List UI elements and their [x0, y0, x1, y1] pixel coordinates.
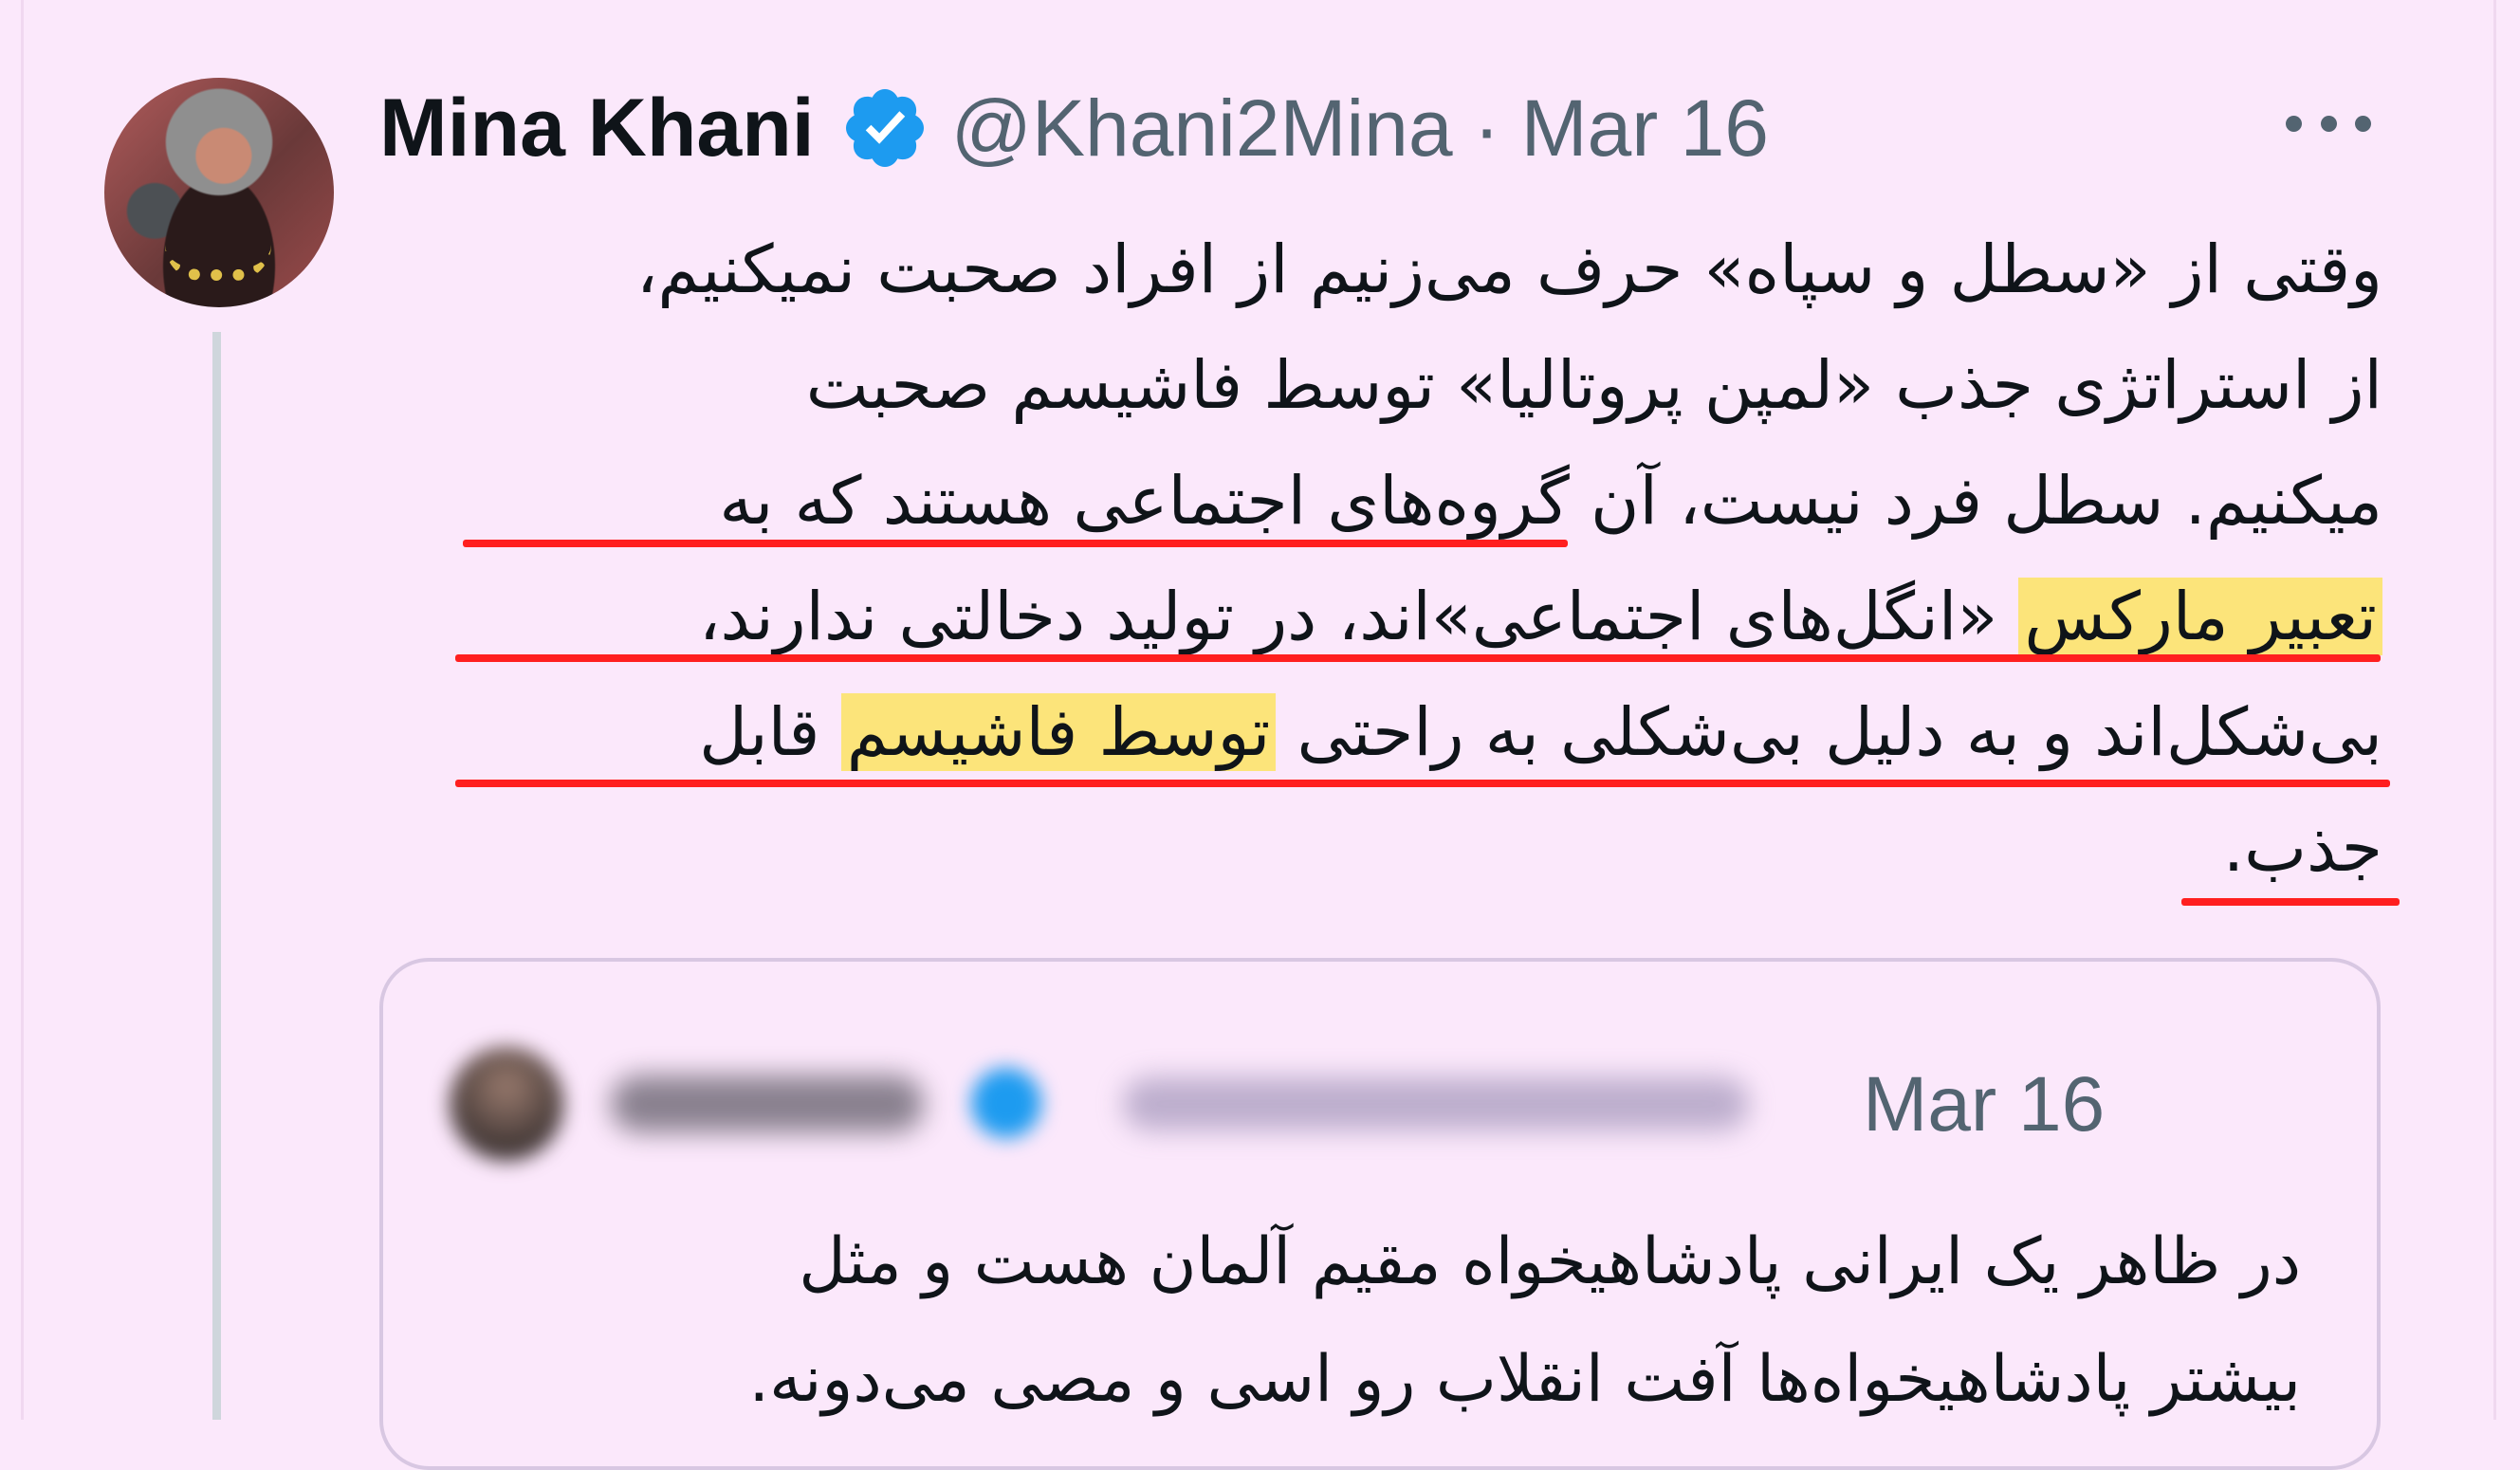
red-underline — [2181, 898, 2400, 906]
thread-line — [212, 332, 221, 1420]
author-avatar[interactable] — [104, 78, 334, 307]
tweet-line: وقتی از «سطل و سپاه» حرف می‌زنیم از افرا… — [635, 230, 2382, 308]
red-underline — [463, 540, 1568, 547]
tweet-date[interactable]: Mar 16 — [1521, 83, 1769, 175]
more-dot — [2286, 115, 2302, 132]
tweet-line: از استراتژی جذب «لمپن پروتالیا» توسط فاش… — [805, 346, 2382, 424]
quoted-name-blurred — [611, 1075, 924, 1132]
tweet-line-text: «انگل‌های اجتماعی»اند، در تولید دخالتی ن… — [698, 578, 2019, 655]
quoted-verified-icon — [971, 1068, 1041, 1138]
more-options-icon[interactable] — [2286, 104, 2371, 142]
more-dot — [2320, 115, 2337, 132]
quoted-line: در ظاهر یک ایرانی پادشاهیخواه مقیم آلمان… — [799, 1224, 2301, 1299]
quoted-avatar-blurred — [450, 1047, 563, 1161]
verified-badge-icon — [845, 89, 924, 167]
author-name[interactable]: Mina Khani — [379, 82, 815, 175]
quoted-date[interactable]: Mar 16 — [1863, 1060, 2105, 1149]
tweet-line: بی‌شکل‌اند و به دلیل بی‌شکلی به راحتی تو… — [400, 674, 2382, 790]
quoted-body: در ظاهر یک ایرانی پادشاهیخواه مقیم آلمان… — [451, 1204, 2301, 1439]
author-handle[interactable]: @Khani2Mina — [951, 83, 1453, 175]
quoted-tweet-card[interactable]: Mar 16 در ظاهر یک ایرانی پادشاهیخواه مقی… — [379, 958, 2381, 1470]
red-underline — [455, 654, 2381, 662]
tweet-body: وقتی از «سطل و سپاه» حرف می‌زنیم از افرا… — [400, 211, 2382, 906]
quoted-line: بیشتر پادشاهیخواه‌ها آفت انقلاب رو اسی و… — [748, 1342, 2301, 1417]
more-dot — [2355, 115, 2371, 132]
separator-dot: · — [1473, 83, 1500, 173]
red-underline — [455, 780, 2390, 787]
quoted-handle-blurred — [1123, 1077, 1749, 1130]
tweet-header: Mina Khani @Khani2Mina · Mar 16 — [379, 76, 1769, 180]
highlight-marx: تعبیر مارکس — [2018, 578, 2382, 655]
tweet-line-text: قابل — [699, 693, 841, 771]
tweet-line: جذب. — [2222, 809, 2382, 887]
tweet-line-text: بی‌شکل‌اند و به دلیل بی‌شکلی به راحتی — [1276, 693, 2382, 771]
avatar-necklace — [165, 245, 271, 281]
highlight-fascism: توسط فاشیسم — [840, 693, 1277, 771]
